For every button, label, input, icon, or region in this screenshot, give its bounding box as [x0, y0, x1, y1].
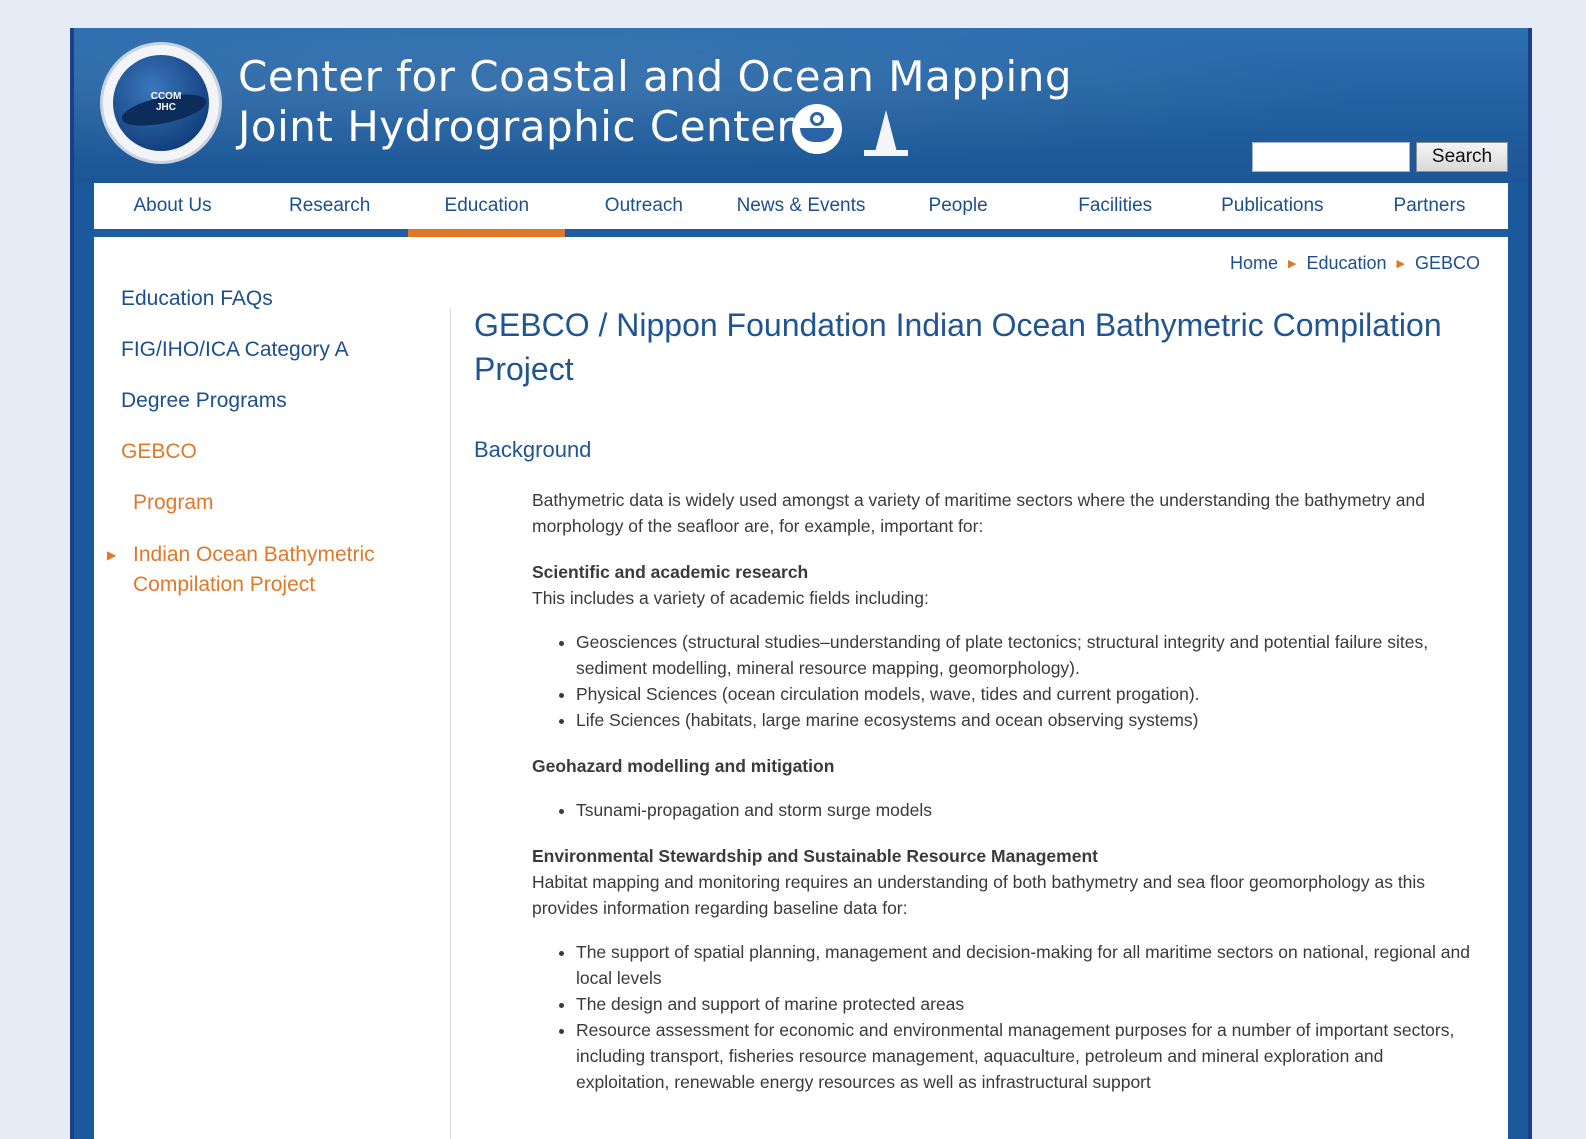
site-title-line2: Joint Hydrographic Center	[238, 102, 795, 151]
breadcrumb-separator-icon: ▶	[1396, 258, 1405, 270]
breadcrumb-item[interactable]: GEBCO	[1415, 253, 1480, 274]
nav-item-facilities[interactable]: Facilities	[1037, 183, 1194, 229]
nav-item-publications[interactable]: Publications	[1194, 183, 1351, 229]
main-content: GEBCO / Nippon Foundation Indian Ocean B…	[474, 303, 1474, 1095]
nav-item-outreach[interactable]: Outreach	[565, 183, 722, 229]
unh-lighthouse-icon[interactable]	[864, 104, 908, 158]
search-button[interactable]: Search	[1416, 142, 1508, 172]
breadcrumb-item[interactable]: Education	[1306, 253, 1386, 274]
sidebar-item-fig-iho-ica-category-a[interactable]: FIG/IHO/ICA Category A	[121, 336, 421, 363]
partner-logos	[792, 104, 908, 158]
list-item: Physical Sciences (ocean circulation mod…	[576, 681, 1474, 707]
content-area: Home ▶ Education ▶ GEBCO Education FAQs FIG/I…	[94, 237, 1508, 1139]
nav-item-people[interactable]: People	[880, 183, 1037, 229]
list-item: The support of spatial planning, managem…	[576, 939, 1474, 991]
nav-item-partners[interactable]: Partners	[1351, 183, 1508, 229]
site-title-line1: Center for Coastal and Ocean Mapping	[238, 52, 1072, 101]
article-body: Bathymetric data is widely used amongst …	[532, 487, 1474, 1095]
environmental-text: Habitat mapping and monitoring requires …	[532, 872, 1426, 918]
nav-item-research[interactable]: Research	[251, 183, 408, 229]
sidebar-item-program[interactable]: Program	[121, 489, 421, 516]
sidebar-item-degree-programs[interactable]: Degree Programs	[121, 387, 421, 414]
sidebar-item-education-faqs[interactable]: Education FAQs	[121, 285, 421, 312]
site-title[interactable]: Center for Coastal and Ocean Mapping Joi…	[238, 52, 1072, 152]
logo-text: CCOM JHC	[150, 91, 182, 113]
list-item: Geosciences (structural studies–understa…	[576, 629, 1474, 681]
search-input[interactable]	[1252, 142, 1410, 172]
scientific-text: This includes a variety of academic fiel…	[532, 588, 929, 608]
environmental-list: The support of spatial planning, managem…	[532, 939, 1474, 1095]
sidebar-item-indian-ocean-bathymetric-compilation-project[interactable]: ▶ Indian Ocean Bathymetric Compilation Pr…	[107, 540, 421, 600]
subheading-geohazard: Geohazard modelling and mitigation	[532, 756, 835, 776]
site-frame: CCOM JHC Center for Coastal and Ocean Ma…	[70, 28, 1532, 1139]
ccom-jhc-logo[interactable]: CCOM JHC	[100, 42, 222, 164]
list-item: The design and support of marine protect…	[576, 991, 1474, 1017]
scientific-list: Geosciences (structural studies–understa…	[532, 629, 1474, 733]
breadcrumb: Home ▶ Education ▶ GEBCO	[1230, 253, 1480, 274]
column-divider	[450, 309, 451, 1139]
section-heading-background: Background	[474, 437, 592, 462]
subheading-environmental: Environmental Stewardship and Sustainabl…	[532, 846, 1098, 866]
breadcrumb-separator-icon: ▶	[1287, 258, 1297, 270]
sidebar-nav: Education FAQs FIG/IHO/ICA Category A Degr…	[107, 285, 421, 624]
noaa-logo-icon[interactable]	[792, 104, 842, 154]
nav-item-education[interactable]: Education	[408, 183, 566, 237]
nav-item-news-events[interactable]: News & Events	[722, 183, 879, 229]
list-item: Life Sciences (habitats, large marine ec…	[576, 707, 1474, 733]
intro-paragraph: Bathymetric data is widely used amongst …	[532, 490, 1425, 536]
breadcrumb-item[interactable]: Home	[1230, 253, 1278, 274]
sidebar-item-gebco[interactable]: GEBCO	[121, 438, 421, 465]
main-nav: About Us Research Education Outreach News & …	[94, 183, 1508, 237]
current-page-arrow-icon: ▶	[107, 548, 117, 562]
list-item: Resource assessment for economic and env…	[576, 1017, 1474, 1095]
geohazard-list: Tsunami-propagation and storm surge mode…	[532, 797, 1474, 823]
nav-item-about-us[interactable]: About Us	[94, 183, 251, 229]
subheading-scientific: Scientific and academic research	[532, 562, 809, 582]
sidebar-item-label: Indian Ocean Bathymetric Compilation Pro…	[133, 543, 375, 596]
page-title: GEBCO / Nippon Foundation Indian Ocean B…	[474, 307, 1442, 387]
list-item: Tsunami-propagation and storm surge mode…	[576, 797, 1474, 823]
